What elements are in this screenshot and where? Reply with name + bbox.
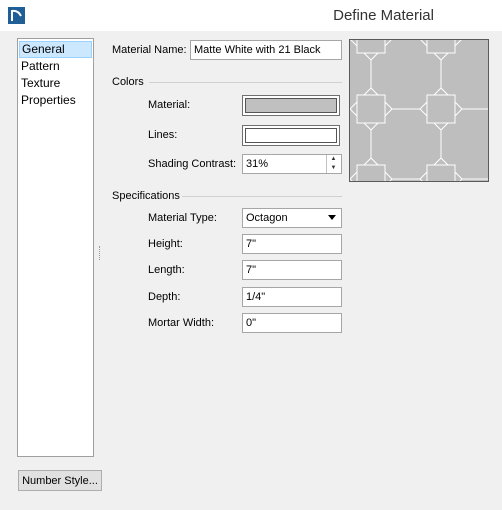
shading-contrast-value: 31% xyxy=(246,158,269,170)
shading-contrast-spinner[interactable]: ▲ ▼ xyxy=(326,155,340,173)
chief-architect-logo-icon xyxy=(8,7,25,24)
material-type-dropdown[interactable]: Octagon xyxy=(242,208,342,228)
square-tile xyxy=(356,40,386,54)
splitter-handle[interactable] xyxy=(99,246,102,260)
length-input[interactable]: 7" xyxy=(242,260,342,280)
square-tile xyxy=(426,94,456,124)
depth-label: Depth: xyxy=(148,291,181,303)
depth-input[interactable]: 1/4" xyxy=(242,287,342,307)
square-tile xyxy=(356,164,386,181)
material-color-button[interactable] xyxy=(242,95,340,116)
height-label: Height: xyxy=(148,238,183,250)
height-input[interactable]: 7" xyxy=(242,234,342,254)
lines-color-swatch xyxy=(245,128,337,143)
lines-color-button[interactable] xyxy=(242,125,340,146)
specifications-group-divider xyxy=(182,196,342,197)
title-bar: Define Material xyxy=(0,0,502,31)
nav-item-texture[interactable]: Texture xyxy=(18,75,93,92)
mortar-width-label: Mortar Width: xyxy=(148,317,215,329)
nav-item-general[interactable]: General xyxy=(19,41,92,58)
material-color-swatch xyxy=(245,98,337,113)
specifications-group-title: Specifications xyxy=(112,190,180,202)
length-label: Length: xyxy=(148,264,185,276)
material-name-label: Material Name: xyxy=(112,44,187,56)
material-type-value: Octagon xyxy=(246,212,288,224)
colors-group-divider xyxy=(149,82,342,83)
material-type-label: Material Type: xyxy=(148,212,217,224)
octagon-pattern-preview xyxy=(350,40,488,181)
material-color-label: Material: xyxy=(148,99,191,111)
shading-contrast-label: Shading Contrast: xyxy=(148,158,237,170)
square-tile xyxy=(426,164,456,181)
chevron-down-icon xyxy=(328,215,336,220)
number-style-button[interactable]: Number Style... xyxy=(18,470,102,491)
spin-up-icon[interactable]: ▲ xyxy=(327,155,340,164)
square-tile xyxy=(426,40,456,54)
mortar-width-input[interactable]: 0" xyxy=(242,313,342,333)
spin-down-icon[interactable]: ▼ xyxy=(327,164,340,173)
nav-item-properties[interactable]: Properties xyxy=(18,92,93,109)
shading-contrast-input[interactable]: 31% ▲ ▼ xyxy=(242,154,342,174)
colors-group-title: Colors xyxy=(112,76,144,88)
category-list[interactable]: General Pattern Texture Properties xyxy=(17,38,94,457)
square-tile xyxy=(356,94,386,124)
material-preview xyxy=(349,39,489,182)
material-name-input[interactable]: Matte White with 21 Black xyxy=(190,40,342,60)
window-title: Define Material xyxy=(333,7,434,24)
lines-color-label: Lines: xyxy=(148,129,178,141)
nav-item-pattern[interactable]: Pattern xyxy=(18,58,93,75)
